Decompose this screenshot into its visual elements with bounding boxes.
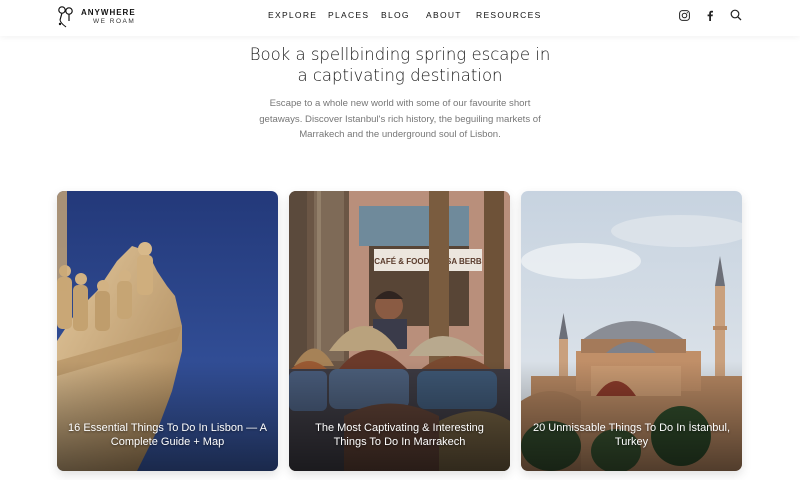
card-gradient-overlay — [57, 361, 278, 471]
nav-item-blog[interactable]: BLOG — [381, 10, 410, 20]
search-icon[interactable] — [730, 9, 742, 21]
headline-line-1: Book a spellbinding spring escape in — [249, 45, 551, 64]
logo-line-1: ANYWHERE — [81, 7, 136, 17]
nav-item-explore[interactable]: EXPLORE — [268, 10, 317, 20]
site-logo[interactable]: ANYWHERE WE ROAM — [57, 5, 136, 29]
logo-line-2: WE ROAM — [93, 17, 136, 25]
site-header: ANYWHERE WE ROAM EXPLORE PLACES BLOG ABO… — [0, 0, 800, 36]
cafe-sign-text: CAFÉ & FOOD ... ASA BERB — [374, 257, 482, 266]
nav-item-resources[interactable]: RESOURCES — [476, 10, 542, 20]
article-card-istanbul[interactable]: 20 Unmissable Things To Do In İstanbul, … — [521, 191, 742, 471]
article-card-marrakech[interactable]: CAFÉ & FOOD ... ASA BERB The Most Captiv… — [289, 191, 510, 471]
instagram-icon[interactable] — [678, 9, 690, 21]
facebook-icon[interactable] — [704, 9, 716, 21]
logo-wordmark: ANYWHERE WE ROAM — [81, 7, 136, 26]
card-gradient-overlay — [289, 361, 510, 471]
headline-line-2: a captivating destination — [297, 66, 503, 85]
card-title: 16 Essential Things To Do In Lisbon — A … — [68, 422, 267, 448]
card-title: 20 Unmissable Things To Do In İstanbul, … — [532, 422, 731, 448]
intro-paragraph: Escape to a whole new world with some of… — [259, 98, 541, 140]
nav-item-places[interactable]: PLACES — [328, 10, 369, 20]
nav-item-about[interactable]: ABOUT — [426, 10, 462, 20]
article-card-lisbon[interactable]: 16 Essential Things To Do In Lisbon — A … — [57, 191, 278, 471]
page-headline: Book a spellbinding spring escape in a c… — [200, 44, 600, 86]
header-icons — [678, 9, 742, 21]
card-title: The Most Captivating & Interesting Thing… — [315, 422, 484, 448]
logo-pin-icon — [58, 6, 73, 28]
card-gradient-overlay — [521, 361, 742, 471]
